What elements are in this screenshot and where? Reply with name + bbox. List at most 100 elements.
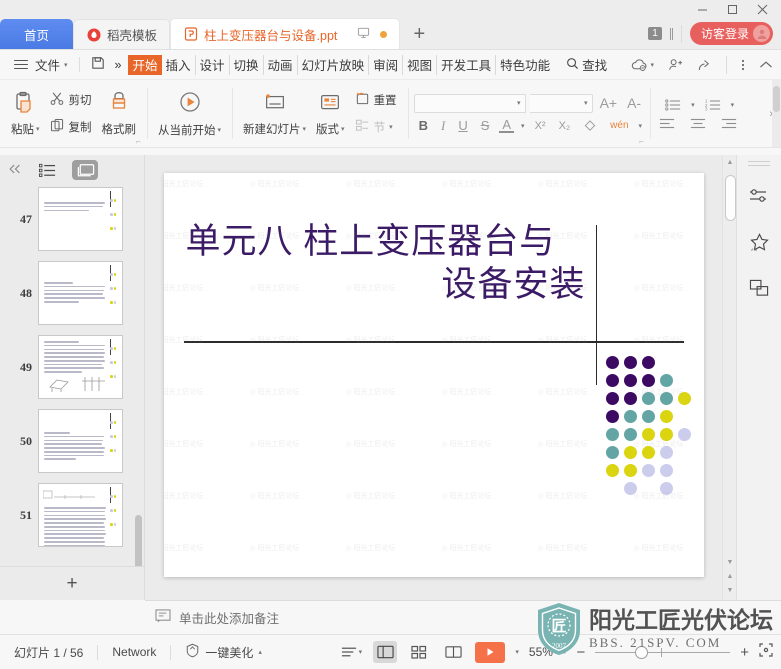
canvas-vertical-scrollbar[interactable]: ▲ ▼ ▲ ▼ xyxy=(722,155,736,600)
font-name-select[interactable]: ▾ xyxy=(413,93,526,113)
paste-button[interactable]: 粘贴 ▾ xyxy=(6,89,45,139)
clear-format-icon[interactable] xyxy=(580,119,600,133)
sliders-icon[interactable] xyxy=(744,183,774,209)
tab-home[interactable]: 首页 xyxy=(0,19,73,49)
present-monitor-icon[interactable] xyxy=(357,26,370,42)
tab-docer-template[interactable]: 稻壳模板 xyxy=(73,19,171,49)
zoom-out-button[interactable]: − xyxy=(576,644,585,661)
section-button[interactable]: 节 ▾ xyxy=(350,115,402,139)
font-dialog-launcher[interactable]: ⌐ xyxy=(639,137,647,146)
close-icon[interactable] xyxy=(747,0,777,18)
ribbon-tab-review[interactable]: 审阅 xyxy=(369,54,404,75)
file-menu-button[interactable]: 文件 ▾ xyxy=(8,54,73,76)
bullet-list-icon[interactable] xyxy=(662,98,684,112)
scroll-prev-slide-icon[interactable]: ▼ xyxy=(723,559,737,566)
list-item[interactable]: 47 xyxy=(0,187,144,251)
slide-view-icon[interactable] xyxy=(72,160,98,180)
current-slide[interactable]: 单元八 柱上变压器台与 设备安装 ◎ 阳光工匠论坛◎ 阳光工匠论坛◎ 阳光工匠论… xyxy=(163,173,704,577)
list-item[interactable]: 51 xyxy=(0,483,144,547)
ribbon-tab-features[interactable]: 特色功能 xyxy=(496,55,554,75)
chevron-down-icon[interactable]: ▾ xyxy=(521,122,525,130)
tab-presentation-file[interactable]: 柱上变压器台与设备.ppt xyxy=(170,18,401,49)
align-right-icon[interactable] xyxy=(718,117,740,130)
ribbon-tab-developer[interactable]: 开发工具 xyxy=(437,54,497,75)
outline-view-icon[interactable] xyxy=(34,160,60,180)
view-options-icon[interactable]: ▾ xyxy=(339,641,363,663)
add-slide-button[interactable]: + xyxy=(0,566,144,600)
save-button[interactable] xyxy=(86,54,110,76)
notes-bar[interactable]: 单击此处添加备注 xyxy=(145,600,781,634)
ribbon-tab-slideshow[interactable]: 幻灯片放映 xyxy=(298,54,370,75)
more-commands-button[interactable]: » xyxy=(110,54,127,76)
align-left-icon[interactable] xyxy=(656,117,678,130)
ribbon-tab-animations[interactable]: 动画 xyxy=(264,54,298,75)
ribbon-tab-view[interactable]: 视图 xyxy=(403,54,438,75)
tab-count-badge[interactable]: 1 xyxy=(647,27,662,40)
zoom-level-label[interactable]: 55% xyxy=(529,645,553,659)
more-vertical-icon[interactable] xyxy=(741,58,745,72)
slide-thumbnail[interactable] xyxy=(38,409,123,473)
font-size-select[interactable]: ▾ xyxy=(529,93,593,113)
chevron-down-icon[interactable]: ▾ xyxy=(639,122,643,130)
scrollbar-thumb[interactable] xyxy=(725,175,736,221)
ribbon-tab-start[interactable]: 开始 xyxy=(128,54,162,75)
scroll-next-slide-icon[interactable]: ▲ xyxy=(723,573,737,580)
thumbnail-scrollbar[interactable] xyxy=(135,515,142,566)
slide-title[interactable]: 单元八 柱上变压器台与 设备安装 xyxy=(186,221,586,306)
slide-sorter-icon[interactable] xyxy=(407,641,431,663)
new-slide-button[interactable]: 新建幻灯片 ▾ xyxy=(238,89,311,139)
magic-star-icon[interactable] xyxy=(744,229,774,255)
cloud-sync-icon[interactable]: ▾ xyxy=(631,58,654,72)
superscript-button[interactable]: X² xyxy=(532,120,549,132)
zoom-in-button[interactable]: + xyxy=(740,644,749,661)
scroll-down-icon[interactable]: ▼ xyxy=(723,587,737,594)
collapse-left-icon[interactable] xyxy=(8,163,22,178)
subscript-button[interactable]: X₂ xyxy=(556,120,574,132)
minimize-icon[interactable] xyxy=(687,0,717,18)
slide-thumbnail[interactable] xyxy=(38,483,123,547)
slide-canvas-area[interactable]: 单元八 柱上变压器台与 设备安装 ◎ 阳光工匠论坛◎ 阳光工匠论坛◎ 阳光工匠论… xyxy=(145,155,722,600)
play-button[interactable] xyxy=(475,641,506,663)
list-item[interactable]: 48 xyxy=(0,261,144,325)
guest-login-button[interactable]: 访客登录 xyxy=(689,22,773,45)
normal-view-icon[interactable] xyxy=(373,641,398,663)
network-status[interactable]: Network xyxy=(98,641,170,663)
align-center-icon[interactable] xyxy=(687,117,709,130)
find-button[interactable]: 查找 xyxy=(566,55,607,74)
list-item[interactable]: 50 xyxy=(0,409,144,473)
slide-thumbnail[interactable] xyxy=(38,335,123,399)
chevron-down-icon[interactable]: ▾ xyxy=(731,101,735,109)
chevron-down-icon[interactable]: ▾ xyxy=(515,648,519,656)
slide-thumbnail[interactable] xyxy=(38,187,123,251)
italic-button[interactable]: I xyxy=(438,118,448,134)
font-color-button[interactable]: A xyxy=(499,118,515,133)
reset-button[interactable]: 重置 xyxy=(350,88,402,112)
bold-button[interactable]: B xyxy=(416,118,431,133)
slide-thumbnail[interactable] xyxy=(38,261,123,325)
strikethrough-button[interactable]: S xyxy=(478,118,493,133)
clipboard-dialog-launcher[interactable]: ⌐ xyxy=(136,137,144,146)
zoom-slider-knob[interactable] xyxy=(635,645,649,659)
chevron-down-icon[interactable]: ▾ xyxy=(563,648,567,656)
thumbnail-list[interactable]: 47 48 49 50 51 xyxy=(0,185,144,566)
reading-view-icon[interactable] xyxy=(441,641,465,663)
pinyin-guide-button[interactable]: wén xyxy=(607,120,631,131)
chevron-down-icon[interactable]: ▾ xyxy=(691,101,695,109)
tab-list-icon[interactable] xyxy=(669,27,673,40)
collapse-ribbon-icon[interactable] xyxy=(759,60,773,70)
scroll-up-icon[interactable]: ▲ xyxy=(723,159,737,166)
list-item[interactable]: 49 xyxy=(0,335,144,399)
fit-to-window-icon[interactable] xyxy=(759,643,773,661)
new-tab-button[interactable]: + xyxy=(400,19,438,49)
share-icon[interactable] xyxy=(697,58,712,72)
ribbon-scrollbar[interactable] xyxy=(772,80,781,147)
maximize-icon[interactable] xyxy=(717,0,747,18)
grow-font-button[interactable]: A+ xyxy=(597,95,621,111)
ribbon-tab-transitions[interactable]: 切换 xyxy=(230,54,264,75)
underline-button[interactable]: U xyxy=(455,118,470,133)
start-from-current-button[interactable]: 从当前开始 ▾ xyxy=(153,88,226,140)
copy-button[interactable]: 复制 xyxy=(45,115,97,139)
duplicate-shapes-icon[interactable] xyxy=(744,275,774,301)
zoom-slider[interactable] xyxy=(595,645,731,659)
beautify-button[interactable]: 一键美化 ▴ xyxy=(171,641,276,663)
